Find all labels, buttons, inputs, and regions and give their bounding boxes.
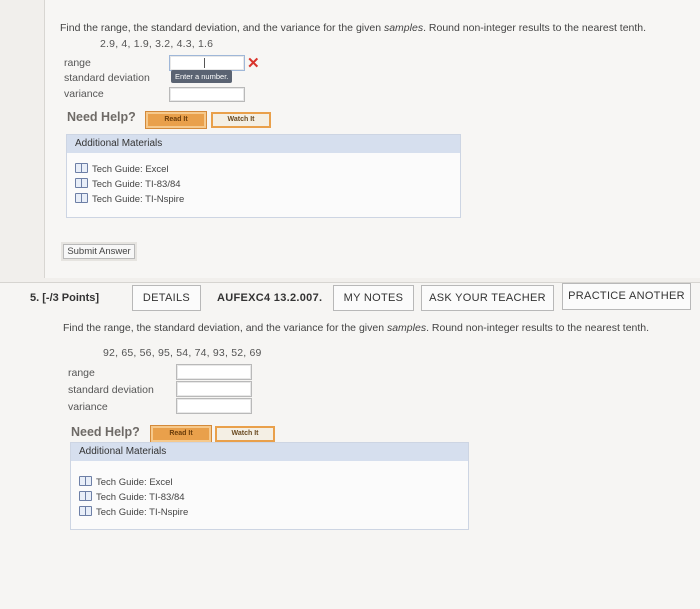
standard-deviation-label: standard deviation [68, 384, 154, 396]
text-cursor [204, 58, 205, 68]
enter-number-tooltip: Enter a number. [171, 70, 233, 83]
ask-your-teacher-button[interactable]: ASK YOUR TEACHER [421, 285, 554, 311]
additional-materials-heading: Additional Materials [71, 443, 468, 461]
watch-it-button[interactable]: Watch It [215, 426, 275, 442]
need-help-heading: Need Help? [71, 425, 140, 439]
standard-deviation-label: standard deviation [64, 72, 150, 84]
question-number: 5. [-/3 Points] [30, 292, 100, 304]
read-it-button[interactable]: Read It [151, 426, 211, 442]
material-link-ti-nspire[interactable]: Tech Guide: TI-Nspire [79, 506, 188, 518]
book-icon [79, 476, 92, 486]
points-label: [-/3 Points] [42, 292, 100, 304]
my-notes-button[interactable]: MY NOTES [333, 285, 414, 311]
variance-label: variance [64, 88, 104, 100]
book-icon [75, 193, 88, 203]
variance-input[interactable] [169, 87, 245, 102]
range-input[interactable] [176, 364, 252, 380]
error-x-icon: ✕ [247, 55, 260, 72]
question-code: AUFEXC4 13.2.007. [217, 292, 323, 304]
range-input[interactable] [169, 55, 245, 71]
material-link-ti-83-84[interactable]: Tech Guide: TI-83/84 [79, 491, 185, 503]
variance-label: variance [68, 401, 108, 413]
material-link-ti-nspire[interactable]: Tech Guide: TI-Nspire [75, 193, 184, 205]
book-icon [79, 506, 92, 516]
material-link-excel[interactable]: Tech Guide: Excel [75, 163, 169, 175]
book-icon [75, 163, 88, 173]
question-5-samples: 92, 65, 56, 95, 54, 74, 93, 52, 69 [103, 347, 262, 359]
book-icon [79, 491, 92, 501]
question-4-prompt: Find the range, the standard deviation, … [60, 22, 647, 34]
material-link-excel[interactable]: Tech Guide: Excel [79, 476, 173, 488]
additional-materials-panel: Additional Materials [66, 134, 461, 218]
variance-input[interactable] [176, 398, 252, 414]
book-icon [75, 178, 88, 188]
question-5-prompt: Find the range, the standard deviation, … [63, 322, 650, 334]
question-4-samples: 2.9, 4, 1.9, 3.2, 4.3, 1.6 [100, 38, 214, 50]
details-button[interactable]: DETAILS [132, 285, 201, 311]
standard-deviation-input[interactable] [176, 381, 252, 397]
watch-it-button[interactable]: Watch It [211, 112, 271, 128]
range-label: range [68, 367, 95, 379]
need-help-heading: Need Help? [67, 110, 136, 124]
material-link-ti-83-84[interactable]: Tech Guide: TI-83/84 [75, 178, 181, 190]
submit-answer-button[interactable]: Submit Answer [63, 244, 135, 259]
practice-another-button[interactable]: PRACTICE ANOTHER [562, 283, 691, 310]
read-it-button[interactable]: Read It [146, 112, 206, 128]
additional-materials-heading: Additional Materials [67, 135, 460, 153]
range-label: range [64, 57, 91, 69]
